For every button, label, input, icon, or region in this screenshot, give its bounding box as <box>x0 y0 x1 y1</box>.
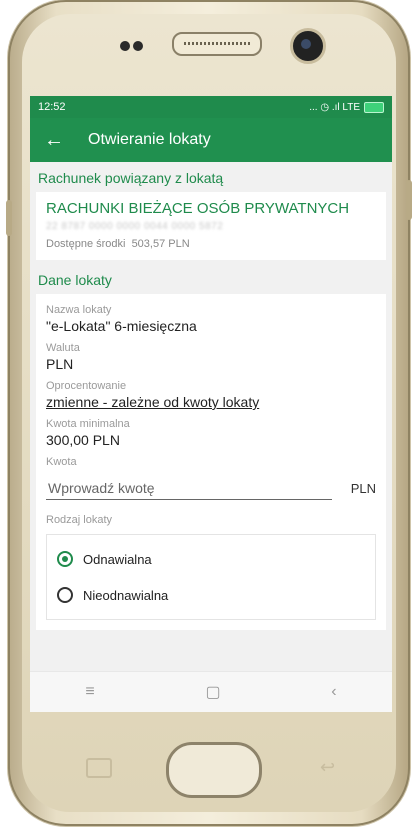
deposit-name-label: Nazwa lokaty <box>46 304 112 316</box>
volume-button <box>6 200 12 236</box>
available-label: Dostępne środki <box>46 238 126 250</box>
interest-label: Oprocentowanie <box>46 380 127 392</box>
currency-label: Waluta <box>46 342 80 354</box>
earpiece-speaker <box>172 32 262 56</box>
signal-icons: ... ◷ .ıl LTE <box>309 101 360 113</box>
app-bar: ← Otwieranie lokaty <box>30 118 392 162</box>
radio-label-renewable: Odnawialna <box>83 551 152 567</box>
interest-link[interactable]: zmienne - zależne od kwoty lokaty <box>46 394 376 410</box>
menu-icon[interactable]: ≡ <box>85 683 94 701</box>
linked-account-card[interactable]: RACHUNKI BIEŻĄCE OSÓB PRYWATNYCH 22 8787… <box>36 192 386 260</box>
radio-option-non-renewable[interactable]: Nieodnawialna <box>57 577 365 613</box>
currency-value: PLN <box>46 356 74 372</box>
status-time: 12:52 <box>38 101 66 113</box>
min-amount-value: 300,00 PLN <box>46 432 120 448</box>
deposit-type-label: Rodzaj lokaty <box>46 514 113 526</box>
account-number: 22 8787 0000 0000 0044 0000 5872 <box>46 221 224 232</box>
battery-icon <box>364 101 384 113</box>
account-name: RACHUNKI BIEŻĄCE OSÓB PRYWATNYCH <box>46 200 350 217</box>
status-bar: 12:52 ... ◷ .ıl LTE <box>30 96 392 118</box>
power-button <box>406 180 412 220</box>
min-amount-label: Kwota minimalna <box>46 418 130 430</box>
amount-label: Kwota <box>46 456 77 468</box>
amount-input[interactable] <box>46 480 332 500</box>
deposit-name-value: "e-Lokata" 6-miesięczna <box>46 318 197 334</box>
sensor-dots <box>120 38 146 56</box>
screen: 12:52 ... ◷ .ıl LTE ← Otwieranie lokaty … <box>30 96 392 712</box>
deposit-card: Nazwa lokaty "e-Lokata" 6-miesięczna Wal… <box>36 294 386 630</box>
radio-label-non-renewable: Nieodnawialna <box>83 587 169 603</box>
available-funds: Dostępne środki 503,57 PLN <box>46 238 376 254</box>
radio-selected-icon[interactable] <box>57 551 73 567</box>
back-key-icon[interactable]: ↩ <box>320 757 335 778</box>
system-nav-bar: ≡ ▢ ‹ <box>30 671 392 712</box>
page-title: Otwieranie lokaty <box>88 131 211 148</box>
recent-apps-icon[interactable] <box>86 758 112 778</box>
deposit-type-group: Odnawialna Nieodnawialna <box>46 534 376 620</box>
arrow-left-icon[interactable]: ← <box>44 130 64 150</box>
amount-row: PLN <box>46 480 376 500</box>
linked-account-section-title: Rachunek powiązany z lokatą <box>38 170 224 186</box>
deposit-section-title: Dane lokaty <box>38 272 112 288</box>
radio-option-renewable[interactable]: Odnawialna <box>57 541 365 577</box>
radio-unselected-icon[interactable] <box>57 587 73 603</box>
square-icon[interactable]: ▢ <box>205 682 220 702</box>
status-indicators: ... ◷ .ıl LTE <box>309 101 384 113</box>
available-value: 503,57 PLN <box>131 238 190 250</box>
front-camera <box>290 28 326 64</box>
amount-currency: PLN <box>350 481 376 496</box>
home-button[interactable] <box>166 742 262 798</box>
chevron-left-icon[interactable]: ‹ <box>331 683 336 701</box>
